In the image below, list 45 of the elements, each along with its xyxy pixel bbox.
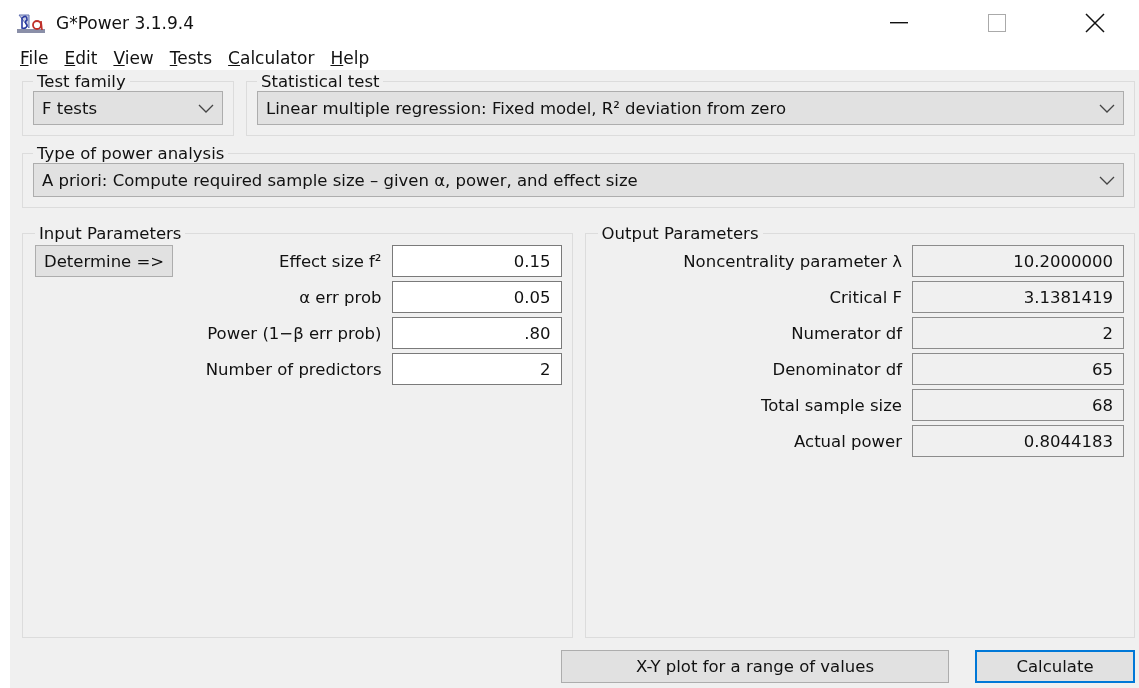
dropdown[interactable]: A priori: Compute required sample size – given α, power, and effect size [33, 163, 1124, 197]
window-title: G*Power 3.1.9.4 [56, 13, 195, 33]
output-field[interactable]: 10.2000000 [912, 245, 1124, 277]
menu-item[interactable]: Edit [58, 46, 104, 70]
close-icon[interactable] [1085, 13, 1105, 33]
input-field[interactable]: 0.05 [391, 281, 562, 313]
determine-button[interactable]: Determine => [35, 245, 174, 277]
calculate-button[interactable]: Calculate [975, 649, 1135, 683]
output-field[interactable]: 65 [912, 353, 1124, 385]
output-field[interactable]: 2 [912, 317, 1124, 349]
parameter-label: Critical F [829, 287, 902, 307]
input-field[interactable]: .80 [391, 317, 562, 349]
plot-button[interactable]: X-Y plot for a range of values [561, 649, 949, 683]
group-title: Output Parameters [600, 224, 760, 243]
menu-item[interactable]: Calculator [222, 46, 321, 70]
menu-item[interactable]: View [107, 46, 160, 70]
parameter-label: Total sample size [761, 395, 902, 415]
minimize-icon[interactable] [890, 22, 908, 24]
menu-item[interactable]: Tests [163, 46, 219, 70]
parameter-label: α err prob [299, 287, 382, 307]
group-title: Test family [36, 72, 127, 91]
output-field[interactable]: 68 [912, 389, 1124, 421]
parameter-label: Numerator df [791, 323, 902, 343]
group-title: Statistical test [260, 72, 381, 91]
menu-item[interactable]: Help [324, 46, 376, 70]
input-field[interactable]: 2 [391, 353, 562, 385]
parameter-label: Number of predictors [205, 359, 382, 379]
input-field[interactable]: 0.15 [391, 245, 562, 277]
chevron-down-icon [198, 103, 214, 113]
output-field[interactable]: 3.1381419 [912, 281, 1124, 313]
chevron-down-icon [1099, 103, 1115, 113]
parameter-label: Power (1−β err prob) [207, 323, 382, 343]
group-title: Type of power analysis [36, 144, 226, 163]
group-title: Input Parameters [38, 224, 183, 243]
parameter-label: Noncentrality parameter λ [683, 251, 902, 271]
dropdown[interactable]: F tests [33, 91, 223, 125]
parameter-label: Denominator df [772, 359, 902, 379]
parameter-label: Effect size f² [279, 251, 382, 271]
parameter-label: Actual power [794, 431, 902, 451]
output-field[interactable]: 0.8044183 [912, 425, 1124, 457]
app-icon [16, 12, 46, 34]
dropdown[interactable]: Linear multiple regression: Fixed model, R² deviation from zero [257, 91, 1124, 125]
menu-item[interactable]: File [14, 46, 55, 70]
maximize-icon[interactable] [988, 14, 1006, 32]
chevron-down-icon [1099, 175, 1115, 185]
